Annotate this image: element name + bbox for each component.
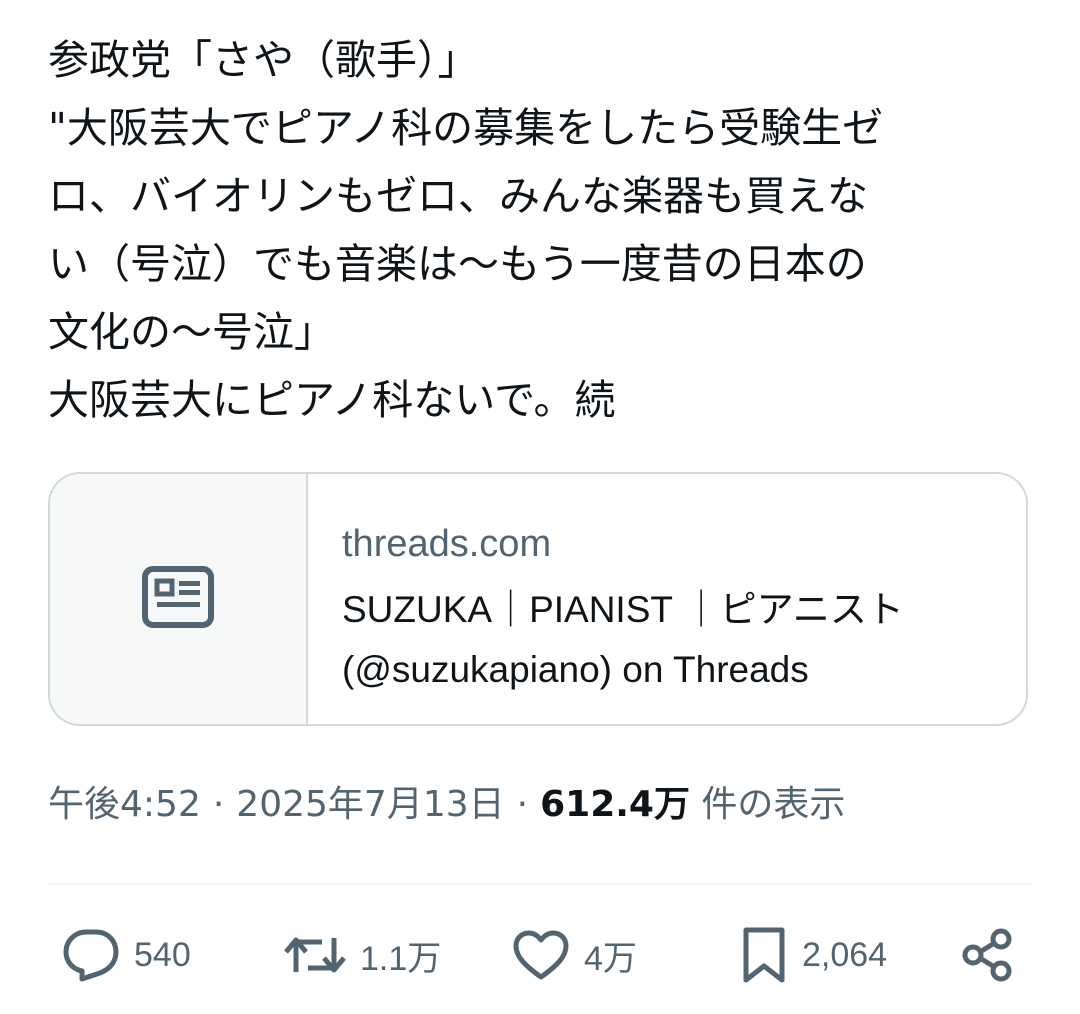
reply-icon [62,928,120,982]
tweet-line: 文化の〜号泣」 [48,308,335,356]
divider [48,883,1032,885]
heart-icon [512,929,570,981]
card-title: SUZUKA｜PIANIST ｜ピアニスト (@suzukapiano) on … [342,580,1026,700]
tweet-line: "大阪芸大でピアノ科の募集をしたら受験生ゼ [48,104,884,152]
like-count: 4万 [584,939,637,978]
share-icon [960,927,1016,983]
share-button[interactable] [960,920,1016,990]
repost-icon [284,928,346,982]
card-body: threads.com SUZUKA｜PIANIST ｜ピアニスト (@suzu… [308,474,1026,724]
card-title-line: SUZUKA｜PIANIST ｜ピアニスト [342,589,904,630]
views-label: 件の表示 [701,784,846,825]
tweet-line: 大阪芸大にピアノ科ないで。続 [48,376,616,424]
views-count: 612.4万 [540,784,690,825]
meta-separator: · [516,784,529,825]
reply-count: 540 [134,935,191,974]
bookmark-count: 2,064 [802,935,888,974]
card-thumbnail [50,474,308,724]
tweet-meta: 午後4:52 · 2025年7月13日 · 612.4万 件の表示 [48,780,845,830]
bookmark-button[interactable]: 2,064 [740,920,887,990]
action-bar: 540 1.1万 4万 2,064 [0,920,1080,990]
repost-count: 1.1万 [360,939,442,978]
post-date[interactable]: 2025年7月13日 [236,784,504,825]
post-time[interactable]: 午後4:52 [48,784,201,825]
card-domain: threads.com [342,523,552,565]
tweet-line: ロ、バイオリンもゼロ、みんな楽器も買えな [48,172,868,220]
link-preview-card[interactable]: threads.com SUZUKA｜PIANIST ｜ピアニスト (@suzu… [48,472,1028,726]
bookmark-icon [740,926,788,984]
like-button[interactable]: 4万 [512,920,637,990]
reply-button[interactable]: 540 [62,920,191,990]
repost-button[interactable]: 1.1万 [284,920,441,990]
meta-separator: · [212,784,225,825]
card-title-line: (@suzukapiano) on Threads [342,649,809,690]
tweet-line: 参政党「さや（歌手）」 [48,36,479,84]
article-icon [142,566,214,632]
tweet-line: い（号泣）でも音楽は〜もう一度昔の日本の [48,240,867,288]
tweet-text: 参政党「さや（歌手）」 "大阪芸大でピアノ科の募集をしたら受験生ゼ ロ、バイオリ… [48,26,1038,434]
